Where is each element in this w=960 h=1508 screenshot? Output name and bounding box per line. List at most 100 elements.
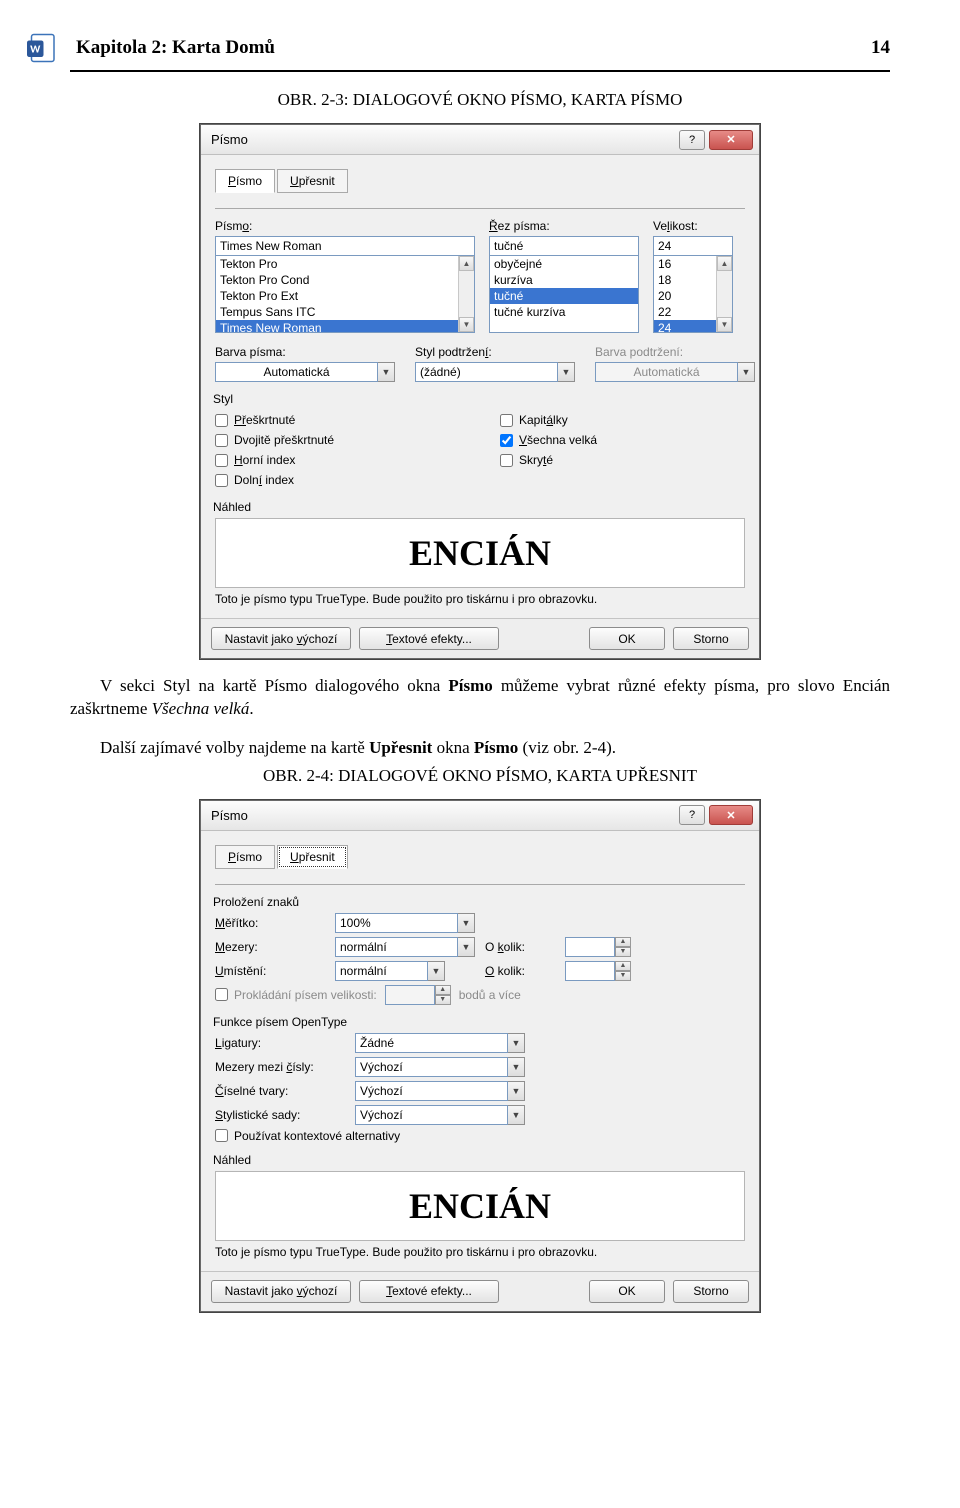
body-paragraph-2: Další zajímavé volby najdeme na kartě Up… xyxy=(70,737,890,760)
font-dialog-advanced: Písmo ? ✕ Písmo Upřesnit Proložení znaků… xyxy=(200,800,760,1312)
scale-combo[interactable]: 100% ▼ xyxy=(335,913,475,933)
body-paragraph-1: V sekci Styl na kartě Písmo dialogového … xyxy=(70,675,890,721)
ok-button[interactable]: OK xyxy=(589,1280,665,1303)
scale-label: Měřítko: xyxy=(215,916,325,930)
chevron-down-icon[interactable]: ▼ xyxy=(458,937,475,957)
list-item[interactable]: kurzíva xyxy=(490,272,638,288)
size-input[interactable] xyxy=(653,236,733,256)
text-effects-button[interactable]: Textové efekty... xyxy=(359,627,499,650)
scrollbar[interactable]: ▲ ▼ xyxy=(458,256,474,332)
underline-style-combo[interactable]: (žádné) ▼ xyxy=(415,362,575,382)
spacing-by-spinner[interactable]: ▲▼ xyxy=(565,937,635,957)
tab-advanced[interactable]: Upřesnit xyxy=(277,169,348,193)
chevron-down-icon[interactable]: ▼ xyxy=(508,1081,525,1101)
checkbox-contextual-alts[interactable]: Používat kontextové alternativy xyxy=(215,1129,745,1143)
preview-text: ENCIÁN xyxy=(409,532,551,574)
scrollbar[interactable]: ▲ ▼ xyxy=(716,256,732,332)
preview-note: Toto je písmo typu TrueType. Bude použit… xyxy=(215,1245,745,1259)
cancel-button[interactable]: Storno xyxy=(673,1280,749,1303)
preview-text: ENCIÁN xyxy=(409,1185,551,1227)
close-button[interactable]: ✕ xyxy=(709,805,753,825)
spin-up-icon[interactable]: ▲ xyxy=(615,961,631,971)
list-item[interactable]: Tempus Sans ITC xyxy=(216,304,474,320)
help-button[interactable]: ? xyxy=(679,805,705,825)
list-item[interactable]: tučné kurzíva xyxy=(490,304,638,320)
preview-box: ENCIÁN xyxy=(215,518,745,588)
list-item[interactable]: tučné xyxy=(490,288,638,304)
text-effects-button[interactable]: Textové efekty... xyxy=(359,1280,499,1303)
tab-advanced[interactable]: Upřesnit xyxy=(277,845,348,869)
scroll-up-icon[interactable]: ▲ xyxy=(717,256,732,271)
chevron-down-icon[interactable]: ▼ xyxy=(558,362,575,382)
spin-up-icon[interactable]: ▲ xyxy=(615,937,631,947)
list-item[interactable]: obyčejné xyxy=(490,256,638,272)
kerning-spinner: ▲▼ xyxy=(385,985,451,1005)
by-label-2: O kolik: xyxy=(485,964,555,978)
spin-down-icon[interactable]: ▼ xyxy=(615,947,631,957)
underline-style-label: Styl podtržení: xyxy=(415,345,575,359)
chevron-down-icon[interactable]: ▼ xyxy=(458,913,475,933)
close-button[interactable]: ✕ xyxy=(709,130,753,150)
style-listbox[interactable]: obyčejné kurzíva tučné tučné kurzíva xyxy=(489,255,639,333)
by-label-1: O kolik: xyxy=(485,940,555,954)
position-label: Umístění: xyxy=(215,964,325,978)
chevron-down-icon[interactable]: ▼ xyxy=(508,1057,525,1077)
checkbox-hidden[interactable]: Skryté xyxy=(500,453,745,467)
chevron-down-icon[interactable]: ▼ xyxy=(508,1105,525,1125)
position-combo[interactable]: normální ▼ xyxy=(335,961,445,981)
style-input[interactable] xyxy=(489,236,639,256)
spacing-label: Mezery: xyxy=(215,940,325,954)
chevron-down-icon[interactable]: ▼ xyxy=(378,362,395,382)
titlebar[interactable]: Písmo ? ✕ xyxy=(201,801,759,831)
font-label: Písmo: xyxy=(215,219,475,233)
spin-down-icon[interactable]: ▼ xyxy=(615,971,631,981)
ligatures-label: Ligatury: xyxy=(215,1036,345,1050)
kerning-unit-label: bodů a více xyxy=(459,988,521,1002)
checkbox-smallcaps[interactable]: Kapitálky xyxy=(500,413,745,427)
spacing-section-label: Proložení znaků xyxy=(213,895,745,909)
checkbox-kerning[interactable]: Prokládání písem velikosti: xyxy=(215,988,377,1002)
checkbox-double-strike[interactable]: Dvojitě přeškrtnuté xyxy=(215,433,460,447)
cancel-button[interactable]: Storno xyxy=(673,627,749,650)
number-forms-combo[interactable]: Výchozí ▼ xyxy=(355,1081,525,1101)
chevron-down-icon[interactable]: ▼ xyxy=(508,1033,525,1053)
ligatures-combo[interactable]: Žádné ▼ xyxy=(355,1033,525,1053)
list-item[interactable]: Tekton Pro xyxy=(216,256,474,272)
font-color-combo[interactable]: Automatická ▼ xyxy=(215,362,395,382)
list-item[interactable]: Tekton Pro Ext xyxy=(216,288,474,304)
set-default-button[interactable]: Nastavit jako výchozí xyxy=(211,1280,351,1303)
scroll-down-icon[interactable]: ▼ xyxy=(717,317,732,332)
font-dialog: Písmo ? ✕ Písmo Upřesnit Písmo: Tekton P… xyxy=(200,124,760,659)
font-listbox[interactable]: Tekton Pro Tekton Pro Cond Tekton Pro Ex… xyxy=(215,255,475,333)
underline-color-combo: Automatická ▼ xyxy=(595,362,755,382)
checkbox-strikethrough[interactable]: Přeškrtnuté xyxy=(215,413,460,427)
scroll-up-icon[interactable]: ▲ xyxy=(459,256,474,271)
spacing-combo[interactable]: normální ▼ xyxy=(335,937,475,957)
list-item[interactable]: Times New Roman xyxy=(216,320,474,333)
titlebar[interactable]: Písmo ? ✕ xyxy=(201,125,759,155)
page-number: 14 xyxy=(871,37,890,59)
scroll-down-icon[interactable]: ▼ xyxy=(459,317,474,332)
chevron-down-icon[interactable]: ▼ xyxy=(428,961,445,981)
dialog-title: Písmo xyxy=(211,132,675,147)
size-listbox[interactable]: 16 18 20 22 24 ▲ ▼ xyxy=(653,255,733,333)
spin-down-icon: ▼ xyxy=(435,995,451,1005)
tab-font[interactable]: Písmo xyxy=(215,845,275,869)
svg-text:W: W xyxy=(30,43,41,57)
checkbox-subscript[interactable]: Dolní index xyxy=(215,473,460,487)
checkbox-allcaps[interactable]: Všechna velká xyxy=(500,433,745,447)
ok-button[interactable]: OK xyxy=(589,627,665,650)
set-default-button[interactable]: Nastavit jako výchozí xyxy=(211,627,351,650)
checkbox-superscript[interactable]: Horní index xyxy=(215,453,460,467)
spin-up-icon: ▲ xyxy=(435,985,451,995)
font-color-label: Barva písma: xyxy=(215,345,395,359)
stylistic-sets-label: Stylistické sady: xyxy=(215,1108,345,1122)
list-item[interactable]: Tekton Pro Cond xyxy=(216,272,474,288)
help-button[interactable]: ? xyxy=(679,130,705,150)
tab-font[interactable]: Písmo xyxy=(215,169,275,193)
font-input[interactable] xyxy=(215,236,475,256)
number-spacing-combo[interactable]: Výchozí ▼ xyxy=(355,1057,525,1077)
stylistic-sets-combo[interactable]: Výchozí ▼ xyxy=(355,1105,525,1125)
number-forms-label: Číselné tvary: xyxy=(215,1084,345,1098)
position-by-spinner[interactable]: ▲▼ xyxy=(565,961,635,981)
